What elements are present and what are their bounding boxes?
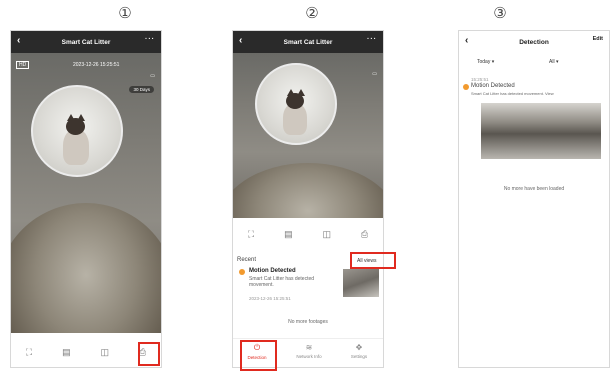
type-filter-dropdown[interactable]: All ▾ (549, 59, 558, 65)
event-time: 2023-12-26 15:25:51 (249, 296, 291, 301)
cat-head (286, 93, 304, 109)
events-icon[interactable]: ⎙ (361, 229, 368, 240)
highlight-events-button (138, 342, 160, 366)
back-icon[interactable]: ‹ (465, 35, 468, 46)
event-snapshot[interactable] (481, 103, 601, 159)
step-2-number: ② (305, 4, 319, 22)
fullscreen-icon[interactable]: ⛶ (26, 347, 32, 358)
stream-info-pill: 30 Days (129, 86, 154, 93)
back-icon[interactable]: ‹ (239, 35, 242, 46)
no-more-footage-text: No more footages (288, 319, 328, 325)
page-title: Smart Cat Litter (61, 38, 111, 46)
fullscreen-icon[interactable]: ⛶ (248, 229, 254, 240)
header-bar: ‹ Smart Cat Litter ··· (233, 31, 383, 53)
settings-icon: ✥ (355, 343, 363, 352)
step-1-number: ① (118, 4, 132, 22)
event-thumbnail[interactable] (343, 269, 379, 297)
phone-screen-2: ‹ Smart Cat Litter ··· ▭ ⛶ ▤ ◫ ⎙ Recent … (232, 30, 384, 368)
litter-globe-window (255, 63, 337, 145)
litter-tray (233, 163, 383, 218)
nav-settings[interactable]: ✥ Settings (339, 343, 379, 359)
battery-icon: ▭ (372, 71, 377, 77)
edit-button[interactable]: Edit (593, 36, 603, 42)
header-bar: ‹ Detection Edit (459, 31, 609, 53)
album-icon[interactable]: ▤ (62, 347, 71, 358)
event-description: Smart Cat Litter has detected movement. … (471, 91, 554, 96)
camera-feed[interactable]: HD 2023-12-26 15:25:51 ▭ 30 Days (11, 53, 161, 333)
wifi-icon: ≋ (305, 343, 313, 352)
highlight-detection-tab (240, 340, 277, 371)
header-bar: ‹ Smart Cat Litter ··· (11, 31, 161, 53)
event-status-dot (239, 269, 245, 275)
album-icon[interactable]: ▤ (284, 229, 293, 240)
event-status-dot (463, 84, 469, 90)
event-title[interactable]: Motion Detected (471, 83, 515, 89)
page-title: Smart Cat Litter (283, 38, 333, 46)
nav-network-info-label: Network Info (296, 354, 322, 359)
phone-screen-3: ‹ Detection Edit Today ▾ All ▾ 15:25:51 … (458, 30, 610, 368)
recent-section-title: Recent (237, 257, 257, 263)
nav-settings-label: Settings (350, 354, 368, 359)
phone-screen-1: ‹ Smart Cat Litter ··· HD 2023-12-26 15:… (10, 30, 162, 368)
battery-icon: ▭ (150, 73, 155, 79)
more-icon[interactable]: ··· (145, 36, 155, 43)
step-3-number: ③ (493, 4, 507, 22)
highlight-all-views (350, 252, 396, 269)
more-icon[interactable]: ··· (367, 36, 377, 43)
nav-network-info[interactable]: ≋ Network Info (289, 343, 329, 359)
event-title[interactable]: Motion Detected (249, 268, 296, 274)
cat-head (66, 118, 85, 135)
event-time: 15:25:51 (471, 77, 489, 82)
record-icon[interactable]: ◫ (322, 229, 331, 240)
back-icon[interactable]: ‹ (17, 35, 20, 46)
litter-globe-window (31, 85, 123, 177)
litter-tray (11, 203, 161, 333)
event-description: Smart Cat Litter has detected movement. (249, 276, 315, 288)
camera-feed[interactable]: ▭ (233, 53, 383, 218)
page-title: Detection (519, 38, 549, 46)
quality-badge[interactable]: HD (16, 61, 30, 69)
control-bar: ⛶ ▤ ◫ ⎙ (233, 223, 383, 245)
date-filter-dropdown[interactable]: Today ▾ (477, 59, 494, 65)
record-icon[interactable]: ◫ (100, 347, 109, 358)
timestamp-overlay: 2023-12-26 15:25:51 (73, 62, 120, 68)
no-more-loaded-text: No more have been loaded (503, 186, 565, 192)
